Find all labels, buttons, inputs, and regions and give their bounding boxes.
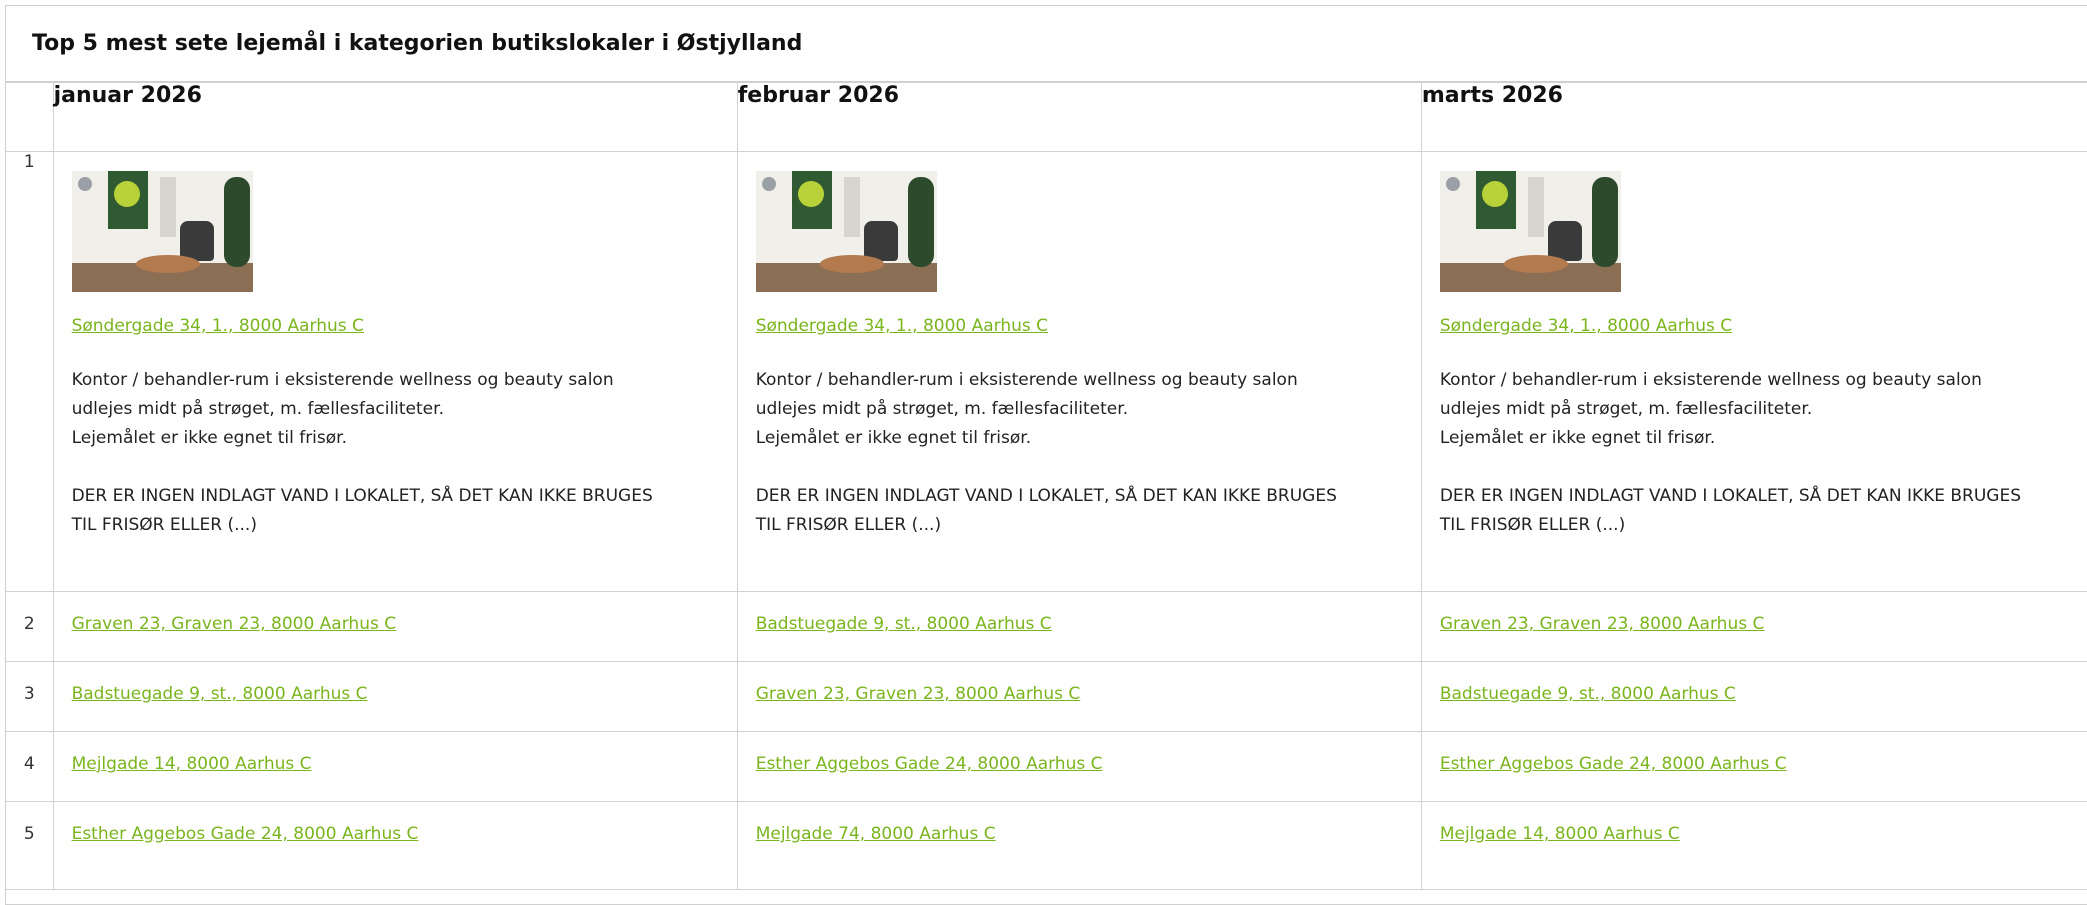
listing-cell: Graven 23, Graven 23, 8000 Aarhus C <box>52 591 738 662</box>
listing-cell: Badstuegade 9, st., 8000 Aarhus C <box>736 591 1422 662</box>
listing-address-link[interactable]: Esther Aggebos Gade 24, 8000 Aarhus C <box>756 754 1103 774</box>
listing-address-link[interactable]: Badstuegade 9, st., 8000 Aarhus C <box>756 614 1052 634</box>
month-header-february: februar 2026 <box>736 82 1422 152</box>
table-row: 4 Mejlgade 14, 8000 Aarhus C Esther Agge… <box>6 731 2087 802</box>
table-row: 3 Badstuegade 9, st., 8000 Aarhus C Grav… <box>6 661 2087 732</box>
listing-cell: Mejlgade 14, 8000 Aarhus C <box>1420 801 2087 890</box>
listing-cell-february: Søndergade 34, 1., 8000 Aarhus C Kontor … <box>736 151 1422 592</box>
listing-address-link[interactable]: Badstuegade 9, st., 8000 Aarhus C <box>72 684 368 704</box>
rank-number: 2 <box>6 591 54 662</box>
listing-address-link[interactable]: Mejlgade 74, 8000 Aarhus C <box>756 824 996 844</box>
table-row: 5 Esther Aggebos Gade 24, 8000 Aarhus C … <box>6 801 2087 890</box>
listing-cell: Esther Aggebos Gade 24, 8000 Aarhus C <box>1420 731 2087 802</box>
listing-address-link[interactable]: Esther Aggebos Gade 24, 8000 Aarhus C <box>72 824 419 844</box>
top5-panel: Top 5 mest sete lejemål i kategorien but… <box>5 5 2087 905</box>
listing-photo[interactable] <box>71 171 253 292</box>
listing-cell: Mejlgade 74, 8000 Aarhus C <box>736 801 1422 890</box>
listing-address-link[interactable]: Graven 23, Graven 23, 8000 Aarhus C <box>1440 614 1765 634</box>
listing-address-link[interactable]: Graven 23, Graven 23, 8000 Aarhus C <box>72 614 397 634</box>
listing-photo[interactable] <box>1439 171 1621 292</box>
listing-cell-march: Søndergade 34, 1., 8000 Aarhus C Kontor … <box>1420 151 2087 592</box>
rank-number: 4 <box>6 731 54 802</box>
listing-cell-january: Søndergade 34, 1., 8000 Aarhus C Kontor … <box>52 151 738 592</box>
rank-number: 1 <box>6 151 54 592</box>
listing-cell: Graven 23, Graven 23, 8000 Aarhus C <box>1420 591 2087 662</box>
listing-address-link[interactable]: Søndergade 34, 1., 8000 Aarhus C <box>72 316 364 336</box>
month-header-march: marts 2026 <box>1420 82 2087 152</box>
listing-description: Kontor / behandler-rum i eksisterende we… <box>71 370 653 535</box>
listing-cell: Mejlgade 14, 8000 Aarhus C <box>52 731 738 802</box>
listing-photo[interactable] <box>755 171 937 292</box>
table-row: 2 Graven 23, Graven 23, 8000 Aarhus C Ba… <box>6 591 2087 662</box>
rank-number: 5 <box>6 801 54 890</box>
rank-header <box>6 82 54 152</box>
listing-address-link[interactable]: Esther Aggebos Gade 24, 8000 Aarhus C <box>1440 754 1787 774</box>
listing-description: Kontor / behandler-rum i eksisterende we… <box>755 370 1337 535</box>
listing-cell: Graven 23, Graven 23, 8000 Aarhus C <box>736 661 1422 732</box>
listing-address-link[interactable]: Badstuegade 9, st., 8000 Aarhus C <box>1440 684 1736 704</box>
top5-table: januar 2026 februar 2026 marts 2026 1 Sø… <box>6 82 2087 890</box>
panel-title: Top 5 mest sete lejemål i kategorien but… <box>6 6 2087 82</box>
listing-cell: Esther Aggebos Gade 24, 8000 Aarhus C <box>736 731 1422 802</box>
header-row: januar 2026 februar 2026 marts 2026 <box>6 82 2087 152</box>
listing-address-link[interactable]: Søndergade 34, 1., 8000 Aarhus C <box>1440 316 1732 336</box>
table-row: 1 Søndergade 34, 1., 8000 Aarhus C Konto… <box>6 151 2087 592</box>
listing-cell: Badstuegade 9, st., 8000 Aarhus C <box>52 661 738 732</box>
listing-address-link[interactable]: Mejlgade 14, 8000 Aarhus C <box>1440 824 1680 844</box>
listing-cell: Badstuegade 9, st., 8000 Aarhus C <box>1420 661 2087 732</box>
listing-description: Kontor / behandler-rum i eksisterende we… <box>1439 370 2022 535</box>
rank-number: 3 <box>6 661 54 732</box>
listing-address-link[interactable]: Graven 23, Graven 23, 8000 Aarhus C <box>756 684 1081 704</box>
listing-address-link[interactable]: Mejlgade 14, 8000 Aarhus C <box>72 754 312 774</box>
listing-cell: Esther Aggebos Gade 24, 8000 Aarhus C <box>52 801 738 890</box>
listing-address-link[interactable]: Søndergade 34, 1., 8000 Aarhus C <box>756 316 1048 336</box>
month-header-january: januar 2026 <box>52 82 738 152</box>
